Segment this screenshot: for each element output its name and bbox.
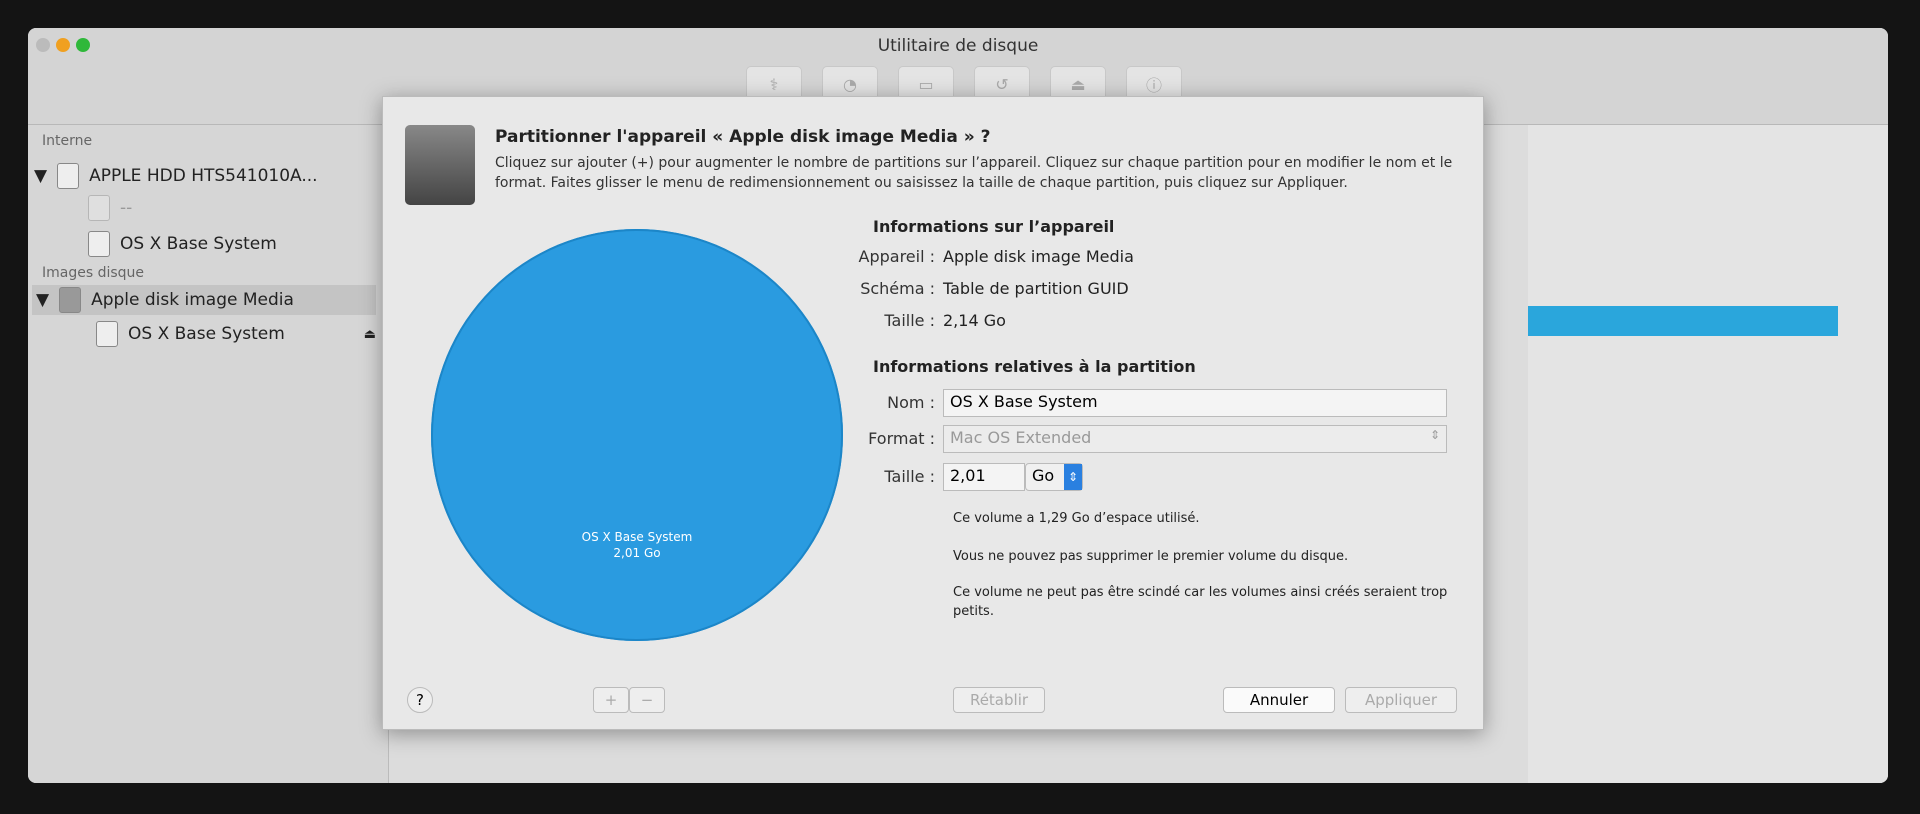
- pie-slice-size: 2,01 Go: [613, 546, 661, 560]
- apply-button[interactable]: Appliquer: [1345, 687, 1457, 713]
- sidebar-item-label: --: [120, 198, 133, 218]
- pie-slice-label: OS X Base System 2,01 Go: [431, 529, 843, 561]
- split-note: Ce volume ne peut pas être scindé car le…: [953, 585, 1448, 619]
- updown-icon: ⇕: [1064, 464, 1082, 490]
- section-internal: Interne: [42, 133, 93, 149]
- disclosure-triangle-icon[interactable]: ▼: [36, 290, 49, 310]
- partition-size-label: Taille :: [884, 467, 935, 486]
- sidebar-item-disk-image[interactable]: ▼ Apple disk image Media: [32, 285, 376, 315]
- partition-sheet: Partitionner l'appareil « Apple disk ima…: [382, 96, 1484, 730]
- pie-slice-name: OS X Base System: [581, 530, 693, 544]
- disclosure-triangle-icon[interactable]: ▼: [34, 166, 47, 186]
- sidebar-item-image-volume[interactable]: OS X Base System ⏏: [96, 321, 376, 347]
- device-label: Appareil :: [858, 247, 936, 266]
- sidebar-item-label: OS X Base System: [128, 324, 285, 344]
- partition-pie-chart[interactable]: OS X Base System 2,01 Go: [431, 229, 843, 641]
- sidebar-item-label: OS X Base System: [120, 234, 277, 254]
- device-info-heading: Informations sur l’appareil: [873, 217, 1115, 236]
- sheet-description: Cliquez sur ajouter (+) pour augmenter l…: [495, 155, 1453, 191]
- scheme-label: Schéma :: [860, 279, 935, 298]
- updown-icon: ⇕: [1429, 428, 1440, 442]
- unit-select[interactable]: Go ⇕: [1025, 463, 1083, 491]
- hard-disk-icon: [57, 163, 80, 189]
- unit-value: Go: [1032, 466, 1055, 485]
- partition-size-input[interactable]: 2,01: [943, 463, 1025, 491]
- usage-bar: [1528, 306, 1838, 336]
- sheet-title: Partitionner l'appareil « Apple disk ima…: [495, 127, 991, 147]
- disk-image-icon: [59, 287, 82, 313]
- eject-icon[interactable]: ⏏: [364, 327, 376, 342]
- window-title: Utilitaire de disque: [877, 36, 1039, 56]
- cancel-button[interactable]: Annuler: [1223, 687, 1335, 713]
- device-size-value: 2,14 Go: [943, 311, 1006, 330]
- sidebar-item-hdd[interactable]: ▼ APPLE HDD HTS541010A...: [34, 163, 318, 189]
- device-value: Apple disk image Media: [943, 247, 1134, 266]
- help-button[interactable]: ?: [407, 687, 433, 713]
- partition-info-heading: Informations relatives à la partition: [873, 357, 1196, 376]
- remove-partition-button[interactable]: −: [629, 687, 665, 713]
- detail-pane: [1528, 125, 1888, 783]
- device-size-label: Taille :: [884, 311, 935, 330]
- sidebar-item-hdd-volume[interactable]: OS X Base System: [88, 231, 277, 257]
- used-space-note: Ce volume a 1,29 Go d’espace utilisé.: [953, 511, 1200, 526]
- sidebar: Interne ▼ APPLE HDD HTS541010A... -- OS X…: [28, 125, 389, 783]
- sidebar-item-label: Apple disk image Media: [91, 290, 294, 310]
- partition-name-input[interactable]: OS X Base System: [943, 389, 1447, 417]
- revert-button[interactable]: Rétablir: [953, 687, 1045, 713]
- hard-disk-icon: [405, 125, 475, 205]
- section-disk-images: Images disque: [42, 265, 145, 281]
- sidebar-item-label: APPLE HDD HTS541010A...: [89, 166, 318, 186]
- format-value: Mac OS Extended: [950, 428, 1092, 447]
- add-partition-button[interactable]: +: [593, 687, 629, 713]
- sidebar-item-hdd-child[interactable]: --: [88, 195, 132, 221]
- name-label: Nom :: [887, 393, 935, 412]
- volume-icon: [88, 231, 110, 257]
- volume-icon: [88, 195, 110, 221]
- format-label: Format :: [868, 429, 935, 448]
- delete-note: Vous ne pouvez pas supprimer le premier …: [953, 549, 1349, 564]
- volume-icon: [96, 321, 118, 347]
- format-select[interactable]: Mac OS Extended ⇕: [943, 425, 1447, 453]
- scheme-value: Table de partition GUID: [943, 279, 1129, 298]
